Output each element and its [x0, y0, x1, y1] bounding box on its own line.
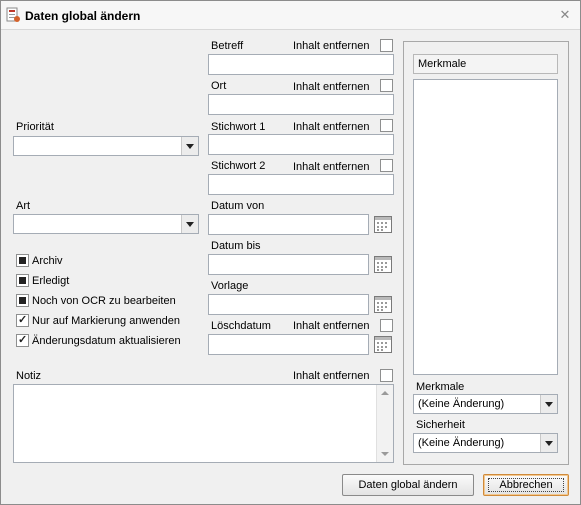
chevron-down-icon[interactable] [181, 215, 198, 233]
prioritaet-combo[interactable] [13, 136, 199, 156]
vorlage-label: Vorlage [211, 280, 249, 292]
markierung-label: Nur auf Markierung anwenden [32, 315, 180, 327]
loeschdatum-label: Löschdatum [211, 320, 271, 332]
ort-clear-label: Inhalt entfernen [293, 81, 370, 93]
scroll-down-icon[interactable] [381, 452, 389, 456]
ocr-label: Noch von OCR zu bearbeiten [32, 295, 176, 307]
art-label: Art [16, 200, 31, 212]
betreff-clear-label: Inhalt entfernen [293, 40, 370, 52]
loeschdatum-input[interactable] [208, 334, 369, 355]
datum-bis-input[interactable] [208, 254, 369, 275]
betreff-clear-checkbox[interactable] [380, 39, 393, 52]
cancel-button-label: Abbrechen [488, 478, 564, 492]
cancel-button[interactable]: Abbrechen [483, 474, 569, 496]
aenderungsdatum-checkbox[interactable] [16, 333, 29, 347]
loeschdatum-clear-checkbox[interactable] [380, 319, 393, 332]
archiv-label: Archiv [32, 255, 63, 267]
aenderungsdatum-label: Änderungsdatum aktualisieren [32, 335, 181, 347]
stichwort2-clear-checkbox[interactable] [380, 159, 393, 172]
apply-button[interactable]: Daten global ändern [342, 474, 474, 496]
ort-input[interactable] [208, 94, 394, 115]
datum-von-input[interactable] [208, 214, 369, 235]
stichwort2-input[interactable] [208, 174, 394, 195]
markierung-checkbox[interactable] [16, 313, 29, 327]
sicherheit-label: Sicherheit [416, 419, 465, 431]
datum-bis-label: Datum bis [211, 240, 261, 252]
ort-label: Ort [211, 80, 227, 92]
notiz-label: Notiz [16, 370, 42, 382]
erledigt-checkbox[interactable] [16, 274, 29, 287]
close-icon[interactable]: ✕ [558, 8, 572, 22]
vorlage-input[interactable] [208, 294, 369, 315]
window-title: Daten global ändern [25, 9, 141, 23]
datum-von-label: Datum von [211, 200, 265, 212]
stichwort1-clear-checkbox[interactable] [380, 119, 393, 132]
merkmale-list[interactable] [413, 79, 558, 375]
betreff-label: Betreff [211, 40, 244, 52]
notiz-textarea[interactable] [13, 384, 394, 463]
prioritaet-label: Priorität [16, 121, 54, 133]
ocr-checkbox[interactable] [16, 294, 29, 307]
loeschdatum-clear-label: Inhalt entfernen [293, 320, 370, 332]
stichwort1-label: Stichwort 1 [211, 121, 266, 133]
merkmale-header: Merkmale [413, 54, 558, 74]
chevron-down-icon[interactable] [181, 137, 198, 155]
scroll-up-icon[interactable] [381, 391, 389, 395]
notiz-clear-checkbox[interactable] [380, 369, 393, 382]
calendar-icon[interactable] [373, 334, 393, 354]
stichwort1-input[interactable] [208, 134, 394, 155]
ort-clear-checkbox[interactable] [380, 79, 393, 92]
merkmale-combo[interactable]: (Keine Änderung) [413, 394, 558, 414]
stichwort2-clear-label: Inhalt entfernen [293, 161, 370, 173]
erledigt-label: Erledigt [32, 275, 70, 287]
archiv-checkbox[interactable] [16, 254, 29, 267]
chevron-down-icon[interactable] [540, 395, 557, 413]
notiz-scrollbar[interactable] [376, 385, 393, 462]
stichwort1-clear-label: Inhalt entfernen [293, 121, 370, 133]
calendar-icon[interactable] [373, 294, 393, 314]
sicherheit-combo[interactable]: (Keine Änderung) [413, 433, 558, 453]
stichwort2-label: Stichwort 2 [211, 160, 266, 172]
merkmale-combo-label: Merkmale [416, 381, 465, 393]
calendar-icon[interactable] [373, 214, 393, 234]
chevron-down-icon[interactable] [540, 434, 557, 452]
app-icon [6, 7, 20, 23]
betreff-input[interactable] [208, 54, 394, 75]
notiz-clear-label: Inhalt entfernen [293, 370, 370, 382]
calendar-icon[interactable] [373, 254, 393, 274]
art-combo[interactable] [13, 214, 199, 234]
